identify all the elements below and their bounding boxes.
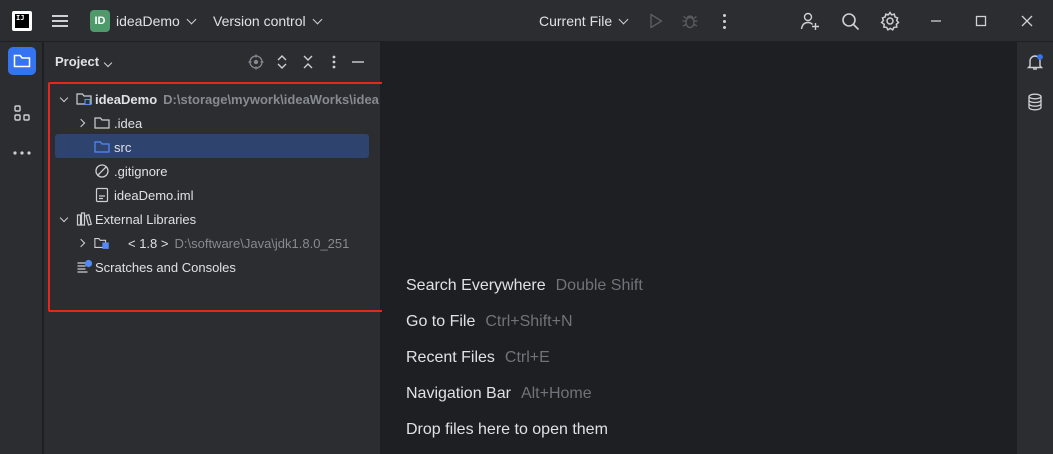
chevron-down-icon (618, 14, 629, 24)
search-button[interactable] (841, 0, 860, 42)
search-icon (842, 12, 860, 30)
gear-icon (880, 11, 900, 31)
vcs-label: Version control (213, 13, 306, 29)
chevron-down-icon (312, 14, 323, 24)
more-actions-button[interactable] (718, 0, 730, 42)
database-icon (1028, 93, 1042, 111)
hamburger-icon (52, 12, 68, 30)
minimize-icon (931, 20, 941, 22)
project-tool-button[interactable] (8, 47, 36, 75)
more-tool-windows-button[interactable] (8, 139, 36, 167)
minimize-icon (352, 61, 364, 63)
debug-button[interactable] (681, 0, 699, 42)
run-config-label: Current File (539, 13, 613, 29)
logo-text: IJ (15, 14, 29, 28)
notifications-button[interactable] (1023, 50, 1047, 74)
main-menu-button[interactable] (52, 0, 70, 42)
code-with-me-button[interactable] (800, 0, 820, 42)
title-bar: IJ ID ideaDemo Version control Current F… (0, 0, 1053, 42)
expand-all-icon (277, 55, 287, 69)
hint-drop-files: Drop files here to open them (406, 421, 608, 438)
vcs-widget[interactable]: Version control (213, 0, 323, 42)
close-icon (1021, 15, 1033, 27)
settings-button[interactable] (880, 0, 900, 42)
bell-icon (1026, 54, 1044, 70)
play-icon (650, 13, 663, 29)
hint-navigation-bar: Navigation Bar Alt+Home (406, 385, 592, 402)
highlight-annotation-box (48, 82, 385, 312)
collapse-all-button[interactable] (300, 54, 316, 70)
select-opened-file-button[interactable] (248, 54, 264, 70)
options-button[interactable] (326, 54, 342, 70)
close-window-button[interactable] (1021, 0, 1033, 42)
kebab-icon (332, 55, 336, 69)
crosshair-icon (248, 54, 264, 70)
hint-search-everywhere: Search Everywhere Double Shift (406, 277, 643, 294)
expand-all-button[interactable] (274, 54, 290, 70)
project-selector[interactable]: ideaDemo (116, 0, 197, 42)
project-view-selector[interactable]: Project (55, 54, 113, 69)
intellij-logo-icon[interactable]: IJ (12, 11, 32, 31)
hint-go-to-file: Go to File Ctrl+Shift+N (406, 313, 573, 330)
maximize-window-button[interactable] (975, 0, 987, 42)
structure-icon (14, 105, 30, 121)
run-button[interactable] (649, 0, 663, 42)
collapse-all-icon (303, 55, 313, 69)
database-button[interactable] (1023, 90, 1047, 114)
minimize-window-button[interactable] (930, 0, 942, 42)
add-user-icon (800, 12, 819, 30)
run-config-selector[interactable]: Current File (539, 0, 629, 42)
structure-tool-button[interactable] (8, 99, 36, 127)
chevron-down-icon (103, 58, 113, 68)
right-tool-window-bar (1016, 42, 1053, 454)
chevron-down-icon (186, 14, 197, 24)
folder-icon (13, 54, 31, 68)
hide-panel-button[interactable] (350, 54, 366, 70)
left-tool-window-bar (0, 42, 43, 454)
project-panel-title: Project (55, 54, 100, 69)
maximize-icon (975, 15, 987, 27)
bug-icon (682, 15, 698, 29)
project-badge[interactable]: ID (90, 10, 110, 32)
hint-recent-files: Recent Files Ctrl+E (406, 349, 550, 366)
project-name-label: ideaDemo (116, 13, 180, 29)
ellipsis-icon (13, 151, 31, 155)
editor-empty-area[interactable]: Search Everywhere Double Shift Go to File… (382, 42, 1016, 454)
